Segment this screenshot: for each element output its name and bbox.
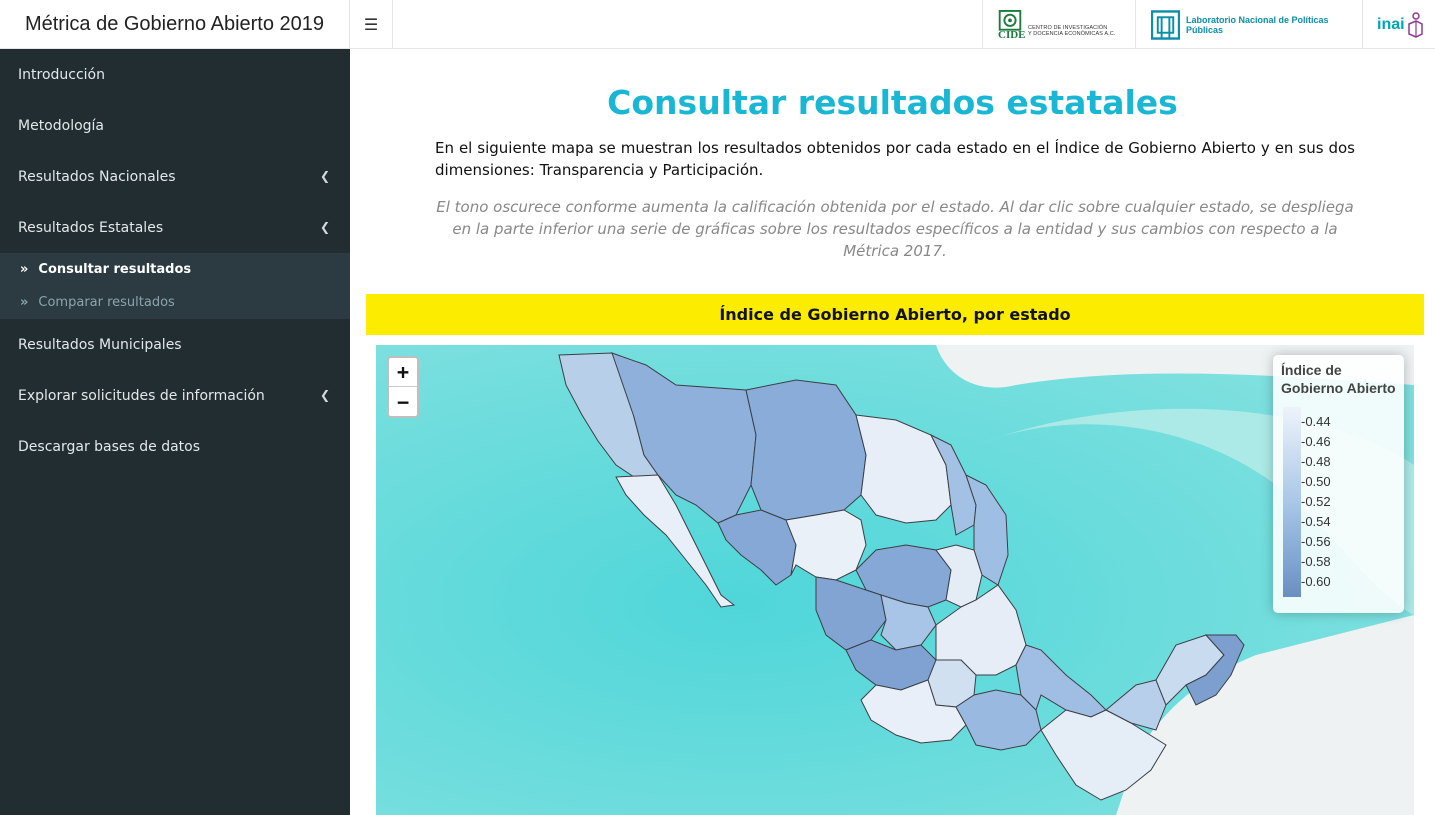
sidebar-item-introduccion[interactable]: Introducción xyxy=(0,49,350,100)
zoom-control: + − xyxy=(387,356,419,418)
bars-icon[interactable]: ☰ xyxy=(364,15,378,34)
submenu-item-comparar-resultados[interactable]: » Comparar resultados xyxy=(0,286,350,319)
sidebar-item-label[interactable]: Descargar bases de datos xyxy=(18,439,200,455)
sidebar-item-descargar-bases[interactable]: Descargar bases de datos xyxy=(0,421,350,472)
zoom-out-button[interactable]: − xyxy=(389,387,417,416)
legend-color-ramp xyxy=(1283,407,1301,597)
sidebar-item-explorar-solicitudes[interactable]: Explorar solicitudes de información ❮ xyxy=(0,370,350,421)
sidebar-item-label[interactable]: Resultados Municipales xyxy=(18,337,182,353)
sidebar-item-label[interactable]: Resultados Nacionales xyxy=(18,169,176,185)
legend-title: Índice de Gobierno Abierto xyxy=(1281,362,1396,396)
sidebar-item-label[interactable]: Metodología xyxy=(18,118,104,134)
legend-tick-label: -0.52 xyxy=(1301,494,1331,509)
inai-emblem-icon xyxy=(1407,11,1423,38)
cide-line2: Y DOCENCIA ECONÓMICAS A.C. xyxy=(1028,30,1116,37)
inai-name: inai xyxy=(1377,15,1405,33)
sidebar-item-label[interactable]: Introducción xyxy=(18,67,105,83)
choropleth-map[interactable]: + − Índice de Gobierno Abierto -0.44 -0.4… xyxy=(376,345,1414,815)
sidebar: Introducción Metodología Resultados Naci… xyxy=(0,49,350,815)
submenu-item-consultar-resultados[interactable]: » Consultar resultados xyxy=(0,253,350,286)
lnpp-emblem-icon xyxy=(1151,9,1180,40)
sidebar-item-resultados-estatales[interactable]: Resultados Estatales ❮ xyxy=(0,202,350,253)
intro-paragraph: En el siguiente mapa se muestran los res… xyxy=(435,139,1355,179)
submenu-resultados-estatales: » Consultar resultados » Comparar result… xyxy=(0,253,350,319)
cide-logo[interactable]: CIDE CENTRO DE INVESTIGACIÓN Y DOCENCIA … xyxy=(982,0,1135,49)
submenu-item-label[interactable]: Consultar resultados xyxy=(38,262,191,277)
map-canvas[interactable] xyxy=(376,345,1414,815)
double-chevron-right-icon: » xyxy=(20,262,29,277)
sidebar-item-label[interactable]: Resultados Estatales xyxy=(18,220,163,236)
note-paragraph: El tono oscurece conforme aumenta la cal… xyxy=(436,198,1354,260)
legend-tick-label: -0.48 xyxy=(1301,454,1331,469)
double-chevron-right-icon: » xyxy=(20,295,29,310)
menu-toggle-button[interactable]: ☰ xyxy=(350,0,393,49)
sidebar-item-resultados-municipales[interactable]: Resultados Municipales xyxy=(0,319,350,370)
legend-tick-label: -0.50 xyxy=(1301,474,1331,489)
cide-subtitle: CENTRO DE INVESTIGACIÓN Y DOCENCIA ECONÓ… xyxy=(1028,25,1115,37)
sidebar-item-metodologia[interactable]: Metodología xyxy=(0,100,350,151)
legend-tick-label: -0.54 xyxy=(1301,514,1331,529)
legend-tick-label: -0.60 xyxy=(1301,574,1331,589)
lnpp-logo[interactable]: Laboratorio Nacional de Políticas Públic… xyxy=(1135,0,1362,49)
top-header: Métrica de Gobierno Abierto 2019 ☰ CIDE … xyxy=(0,0,1435,49)
legend-tick-label: -0.46 xyxy=(1301,434,1331,449)
app-title-box[interactable]: Métrica de Gobierno Abierto 2019 xyxy=(0,0,350,49)
zoom-in-button[interactable]: + xyxy=(389,358,417,387)
legend-tick-label: -0.44 xyxy=(1301,414,1331,429)
sidebar-item-label[interactable]: Explorar solicitudes de información xyxy=(18,388,265,404)
submenu-item-label[interactable]: Comparar resultados xyxy=(38,295,174,310)
lnpp-name: Laboratorio Nacional de Políticas Públic… xyxy=(1186,14,1329,35)
chevron-left-icon[interactable]: ❮ xyxy=(320,388,330,402)
app-title[interactable]: Métrica de Gobierno Abierto 2019 xyxy=(25,13,324,36)
cide-line1: CENTRO DE INVESTIGACIÓN xyxy=(1028,24,1108,31)
cide-name: CIDE xyxy=(998,29,1026,41)
main-content: Consultar resultados estatales En el sig… xyxy=(350,49,1435,815)
page-title: Consultar resultados estatales xyxy=(607,83,1178,122)
chevron-left-icon[interactable]: ❮ xyxy=(320,169,330,183)
chevron-left-icon[interactable]: ❮ xyxy=(320,220,330,234)
legend-tick-label: -0.56 xyxy=(1301,534,1331,549)
sidebar-item-resultados-nacionales[interactable]: Resultados Nacionales ❮ xyxy=(0,151,350,202)
map-legend: Índice de Gobierno Abierto -0.44 -0.46 -0.… xyxy=(1273,355,1404,613)
banner-title: Índice de Gobierno Abierto, por estado xyxy=(719,305,1071,324)
inai-logo[interactable]: inai xyxy=(1362,0,1435,49)
map-section-banner: Índice de Gobierno Abierto, por estado xyxy=(366,294,1424,335)
legend-tick-label: -0.58 xyxy=(1301,554,1331,569)
